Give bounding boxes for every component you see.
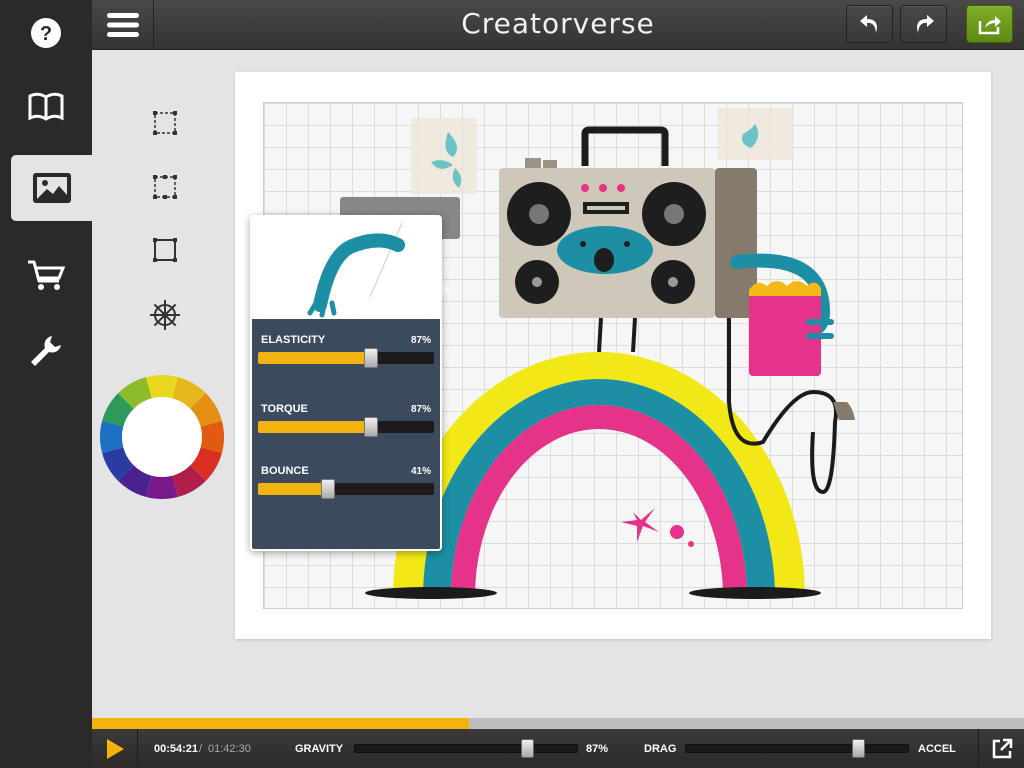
redo-button[interactable] [900,5,947,43]
drag-slider[interactable] [685,739,909,758]
gravity-slider-thumb[interactable] [520,739,534,758]
elasticity-slider-fill [258,352,371,364]
color-swatch[interactable] [100,420,124,454]
color-wheel-center [122,397,202,477]
image-icon [32,173,71,203]
accel-label: ACCEL [918,743,956,755]
elasticity-label: ELASTICITY [261,334,326,346]
help-button[interactable]: ? [0,0,92,66]
ship-wheel-icon [150,300,180,330]
color-swatch[interactable] [145,375,179,399]
torque-slider[interactable] [258,417,434,437]
color-wheel[interactable] [99,374,225,500]
arm-preview-image [307,222,405,318]
object-preview [252,217,440,319]
time-current: 00:54:21 [154,743,199,755]
book-icon [28,92,64,121]
elasticity-slider[interactable] [258,348,434,368]
rect-icon [153,238,177,262]
bounce-slider-thumb[interactable] [321,479,336,499]
drag-label: DRAG [644,743,677,755]
external-link-icon [992,738,1012,758]
bottom-bar: 00:54:21 / 01:42:30 GRAVITY 87% DRAG ACC… [92,729,1024,768]
bounce-slider-fill [258,483,329,495]
cart-icon [28,260,66,290]
question-icon: ? [31,18,61,48]
share-icon [978,16,1001,35]
dashed-rect-icon [153,111,177,135]
svg-text:?: ? [40,23,52,45]
color-swatch[interactable] [145,475,179,499]
time-total: 01:42:30 [208,743,251,755]
gravity-label: GRAVITY [295,743,344,755]
gravity-slider[interactable] [354,739,578,758]
select-rect-tool[interactable] [148,106,182,140]
share-button[interactable] [966,5,1013,43]
time-separator: / [199,743,203,755]
torque-label: TORQUE [261,403,308,415]
undo-button[interactable] [846,5,893,43]
elasticity-value: 87% [410,335,431,346]
wrench-icon [31,336,61,366]
drag-slider-thumb[interactable] [851,739,865,758]
images-button[interactable] [11,155,92,221]
rectangle-tool[interactable] [148,233,182,267]
bounce-slider[interactable] [258,479,434,499]
library-button[interactable] [0,74,92,140]
bounce-value: 41% [410,466,431,477]
timeline-progress-fill [92,718,470,729]
play-button[interactable] [92,729,138,768]
top-bar: Creatorverse [92,0,1024,50]
wheel-tool[interactable] [148,298,182,332]
timeline-progress[interactable] [92,718,1024,729]
torque-slider-thumb[interactable] [363,417,378,437]
play-icon [106,738,124,759]
bounce-label: BOUNCE [261,465,309,477]
undo-icon [859,15,877,33]
shop-button[interactable] [0,242,92,308]
gravity-value: 87% [586,743,609,755]
elasticity-slider-thumb[interactable] [363,348,378,368]
left-nav: ? [0,0,92,768]
properties-popover: ELASTICITY 87% TORQUE 87% BOUNCE 41% [250,215,442,551]
tools-button[interactable] [0,318,92,384]
color-swatch[interactable] [200,420,224,454]
handles-rect-icon [153,175,177,199]
export-button[interactable] [978,729,1024,768]
torque-value: 87% [410,404,431,415]
select-handles-tool[interactable] [148,170,182,204]
redo-icon [916,15,934,33]
torque-slider-fill [258,421,371,433]
